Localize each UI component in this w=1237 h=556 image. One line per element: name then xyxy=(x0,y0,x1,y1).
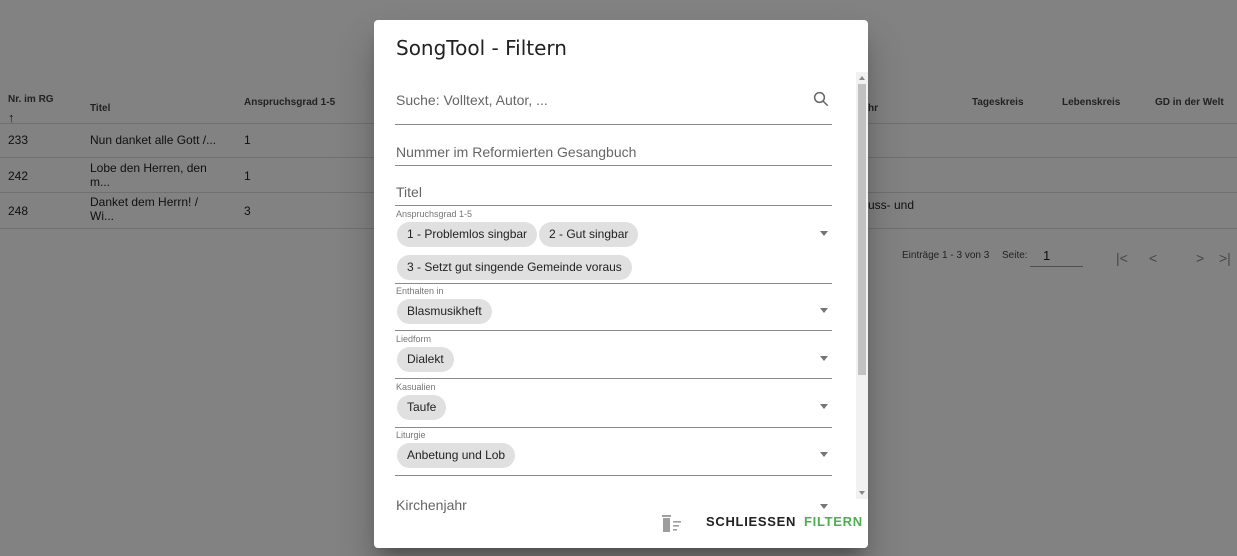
chevron-down-icon[interactable] xyxy=(820,308,828,313)
liedform-label: Liedform xyxy=(396,334,432,344)
chevron-down-icon[interactable] xyxy=(820,404,828,409)
number-field[interactable]: Nummer im Reformierten Gesangbuch xyxy=(395,128,832,166)
search-input[interactable]: Suche: Volltext, Autor, ... xyxy=(395,86,832,125)
liturgie-select[interactable]: Liturgie Anbetung und Lob xyxy=(395,430,832,476)
liturgie-label: Liturgie xyxy=(396,430,426,440)
dialog-title: SongTool - Filtern xyxy=(396,36,567,60)
title-placeholder: Titel xyxy=(396,184,422,200)
scroll-down-icon[interactable] xyxy=(859,491,865,495)
scrollbar-thumb[interactable] xyxy=(858,84,866,375)
filter-form: Suche: Volltext, Autor, ... Nummer im Re… xyxy=(374,86,868,517)
kasualien-label: Kasualien xyxy=(396,382,436,392)
anspruchsgrad-label: Anspruchsgrad 1-5 xyxy=(396,209,473,219)
chip-anspruchsgrad-1[interactable]: 1 - Problemlos singbar xyxy=(397,222,538,247)
filter-button[interactable]: FILTERN xyxy=(804,514,863,529)
chip-kasualien[interactable]: Taufe xyxy=(397,395,447,420)
number-placeholder: Nummer im Reformierten Gesangbuch xyxy=(396,144,637,160)
kirchenjahr-select[interactable]: Kirchenjahr xyxy=(395,478,832,517)
chip-liturgie[interactable]: Anbetung und Lob xyxy=(397,443,516,468)
close-button[interactable]: SCHLIESSEN xyxy=(706,514,796,529)
liedform-select[interactable]: Liedform Dialekt xyxy=(395,334,832,379)
chip-anspruchsgrad-2[interactable]: 2 - Gut singbar xyxy=(539,222,639,247)
filter-dialog: SongTool - Filtern Suche: Volltext, Auto… xyxy=(374,20,868,548)
chevron-down-icon[interactable] xyxy=(820,504,828,509)
chip-enthalten-in[interactable]: Blasmusikheft xyxy=(397,299,492,324)
anspruchsgrad-select[interactable]: Anspruchsgrad 1-5 1 - Problemlos singbar… xyxy=(395,209,832,284)
chip-anspruchsgrad-3[interactable]: 3 - Setzt gut singende Gemeinde voraus xyxy=(397,255,632,280)
scroll-up-icon[interactable] xyxy=(859,76,865,80)
search-placeholder: Suche: Volltext, Autor, ... xyxy=(396,92,548,108)
clear-filter-icon[interactable] xyxy=(661,514,683,534)
enthalten-in-label: Enthalten in xyxy=(396,286,444,296)
chevron-down-icon[interactable] xyxy=(820,452,828,457)
dialog-scrollbar[interactable] xyxy=(856,72,868,499)
chevron-down-icon[interactable] xyxy=(820,356,828,361)
chevron-down-icon[interactable] xyxy=(820,231,828,236)
search-icon[interactable] xyxy=(812,90,830,108)
enthalten-in-select[interactable]: Enthalten in Blasmusikheft xyxy=(395,286,832,331)
title-field[interactable]: Titel xyxy=(395,168,832,206)
chip-liedform[interactable]: Dialekt xyxy=(397,347,454,372)
kirchenjahr-placeholder: Kirchenjahr xyxy=(396,497,467,513)
kasualien-select[interactable]: Kasualien Taufe xyxy=(395,382,832,428)
